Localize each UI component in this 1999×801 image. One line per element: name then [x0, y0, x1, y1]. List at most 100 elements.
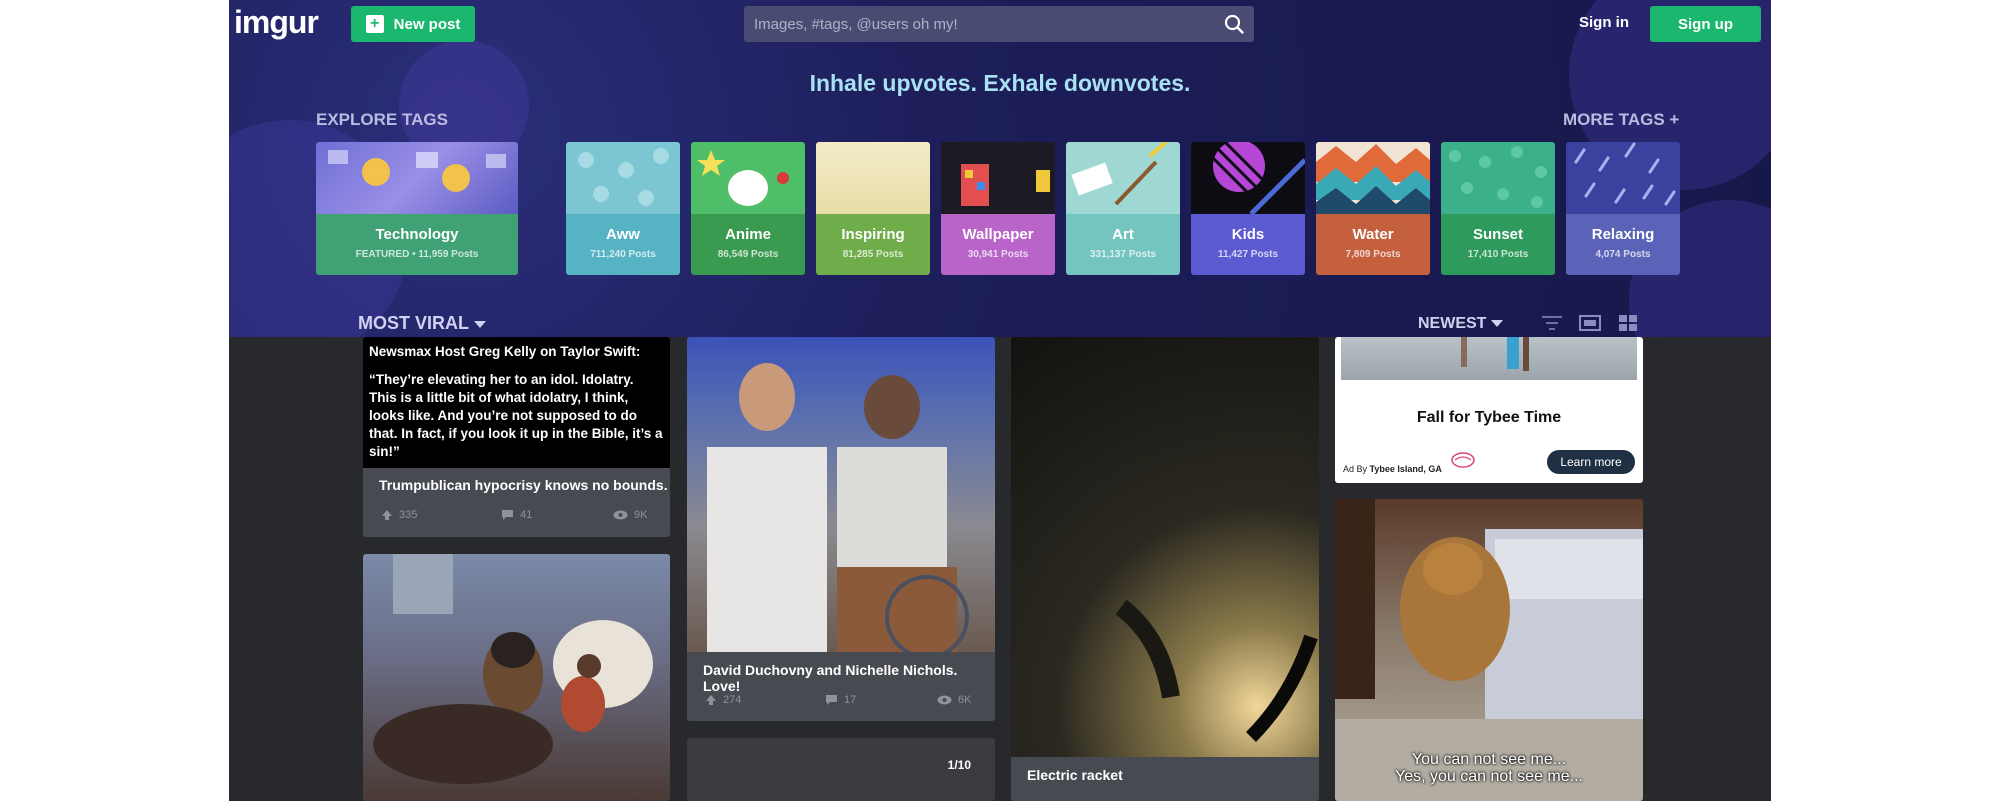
- tag-sunset[interactable]: Sunset 17,410 Posts: [1441, 142, 1555, 275]
- ad-title: Fall for Tybee Time: [1416, 409, 1562, 426]
- tag-art[interactable]: Art 331,137 Posts: [1066, 142, 1180, 275]
- newest-dropdown[interactable]: NEWEST: [1418, 315, 1504, 333]
- filter-icon[interactable]: [1541, 314, 1563, 332]
- tag-image: [1191, 142, 1305, 216]
- tag-info: Art 331,137 Posts: [1066, 214, 1180, 275]
- quote-heading: Newsmax Host Greg Kelly on Taylor Swift:: [369, 344, 641, 359]
- ad-image: [1341, 337, 1637, 380]
- tag-info: Technology FEATURED • 11,959 Posts: [316, 214, 518, 275]
- views: 6K: [937, 694, 971, 706]
- upvote-icon: [706, 695, 716, 705]
- upvote-icon: [382, 510, 392, 520]
- post-title: Trumpublican hypocrisy knows no bounds.: [379, 477, 668, 493]
- post-card-quote[interactable]: Newsmax Host Greg Kelly on Taylor Swift:…: [363, 337, 670, 537]
- eye-icon: [937, 695, 952, 705]
- tag-info: Sunset 17,410 Posts: [1441, 214, 1555, 275]
- post-card-duchovny[interactable]: David Duchovny and Nichelle Nichols. Lov…: [687, 337, 995, 721]
- new-post-label: New post: [393, 15, 461, 33]
- tag-image: [1316, 142, 1430, 214]
- post-title: David Duchovny and Nichelle Nichols. Lov…: [703, 662, 958, 694]
- post-stats: 274 17 6K: [705, 694, 971, 706]
- tag-image: [816, 142, 930, 214]
- tag-kids[interactable]: Kids 11,427 Posts: [1191, 142, 1305, 275]
- tag-count: 30,941 Posts: [967, 249, 1029, 260]
- tag-info: Water 7,809 Posts: [1316, 214, 1430, 275]
- sign-in-link[interactable]: Sign in: [1579, 14, 1629, 31]
- ad-card[interactable]: Fall for Tybee Time Ad By Tybee Island, …: [1335, 337, 1643, 483]
- quote-text: Newsmax Host Greg Kelly on Taylor Swift:…: [369, 343, 664, 461]
- comments: 17: [825, 694, 937, 706]
- post-card-dog-bed[interactable]: You can not see me... Yes, you can not s…: [1335, 499, 1643, 801]
- tag-name: Anime: [725, 226, 771, 243]
- tag-count: 331,137 Posts: [1089, 249, 1157, 260]
- tag-count: FEATURED • 11,959 Posts: [355, 249, 479, 260]
- tag-name: Kids: [1231, 226, 1265, 243]
- comment-icon: [826, 695, 837, 705]
- post-stats: 335 41 9K: [381, 509, 647, 521]
- grid-view-icon[interactable]: [1617, 314, 1639, 332]
- imgur-page: imgur + New post Sign in Sign up Inhale …: [229, 0, 1771, 801]
- tag-info: Anime 86,549 Posts: [691, 214, 805, 275]
- chevron-down-icon: [1491, 320, 1504, 328]
- tag-name: Relaxing: [1591, 226, 1655, 243]
- eye-icon: [613, 510, 628, 520]
- post-card-gallery[interactable]: 1/10: [687, 738, 995, 801]
- new-post-button[interactable]: + New post: [351, 6, 475, 42]
- post-card-dog[interactable]: [363, 554, 670, 801]
- image-counter: 1/10: [947, 758, 971, 772]
- tag-image: [1566, 142, 1680, 214]
- comments: 41: [501, 509, 613, 521]
- more-tags-link[interactable]: MORE TAGS +: [1563, 110, 1679, 130]
- tag-inspiring[interactable]: Inspiring 81,285 Posts: [816, 142, 930, 275]
- imgur-logo[interactable]: imgur: [234, 4, 319, 41]
- post-card-electric-racket[interactable]: Electric racket: [1011, 337, 1319, 801]
- views: 9K: [613, 509, 647, 521]
- tag-name: Inspiring: [841, 226, 905, 243]
- header: imgur + New post Sign in Sign up Inhale …: [229, 0, 1771, 337]
- sign-up-button[interactable]: Sign up: [1650, 6, 1761, 42]
- comment-icon: [502, 510, 513, 520]
- tagline: Inhale upvotes. Exhale downvotes.: [809, 70, 1191, 96]
- tag-image: [1441, 142, 1555, 214]
- tag-count: 17,410 Posts: [1467, 249, 1529, 260]
- plus-icon: +: [365, 15, 384, 33]
- tag-name: Water: [1352, 226, 1394, 243]
- search-input[interactable]: [744, 6, 1204, 42]
- tag-aww[interactable]: Aww 711,240 Posts: [566, 142, 680, 275]
- tybee-logo: [1451, 452, 1475, 468]
- tag-info: Kids 11,427 Posts: [1191, 214, 1305, 275]
- tag-info: Inspiring 81,285 Posts: [816, 214, 930, 275]
- search-bar: [744, 6, 1254, 42]
- tag-name: Aww: [606, 226, 640, 243]
- tag-info: Wallpaper 30,941 Posts: [941, 214, 1055, 275]
- search-icon[interactable]: [1224, 14, 1244, 34]
- tag-image: [1066, 142, 1180, 214]
- post-image: Newsmax Host Greg Kelly on Taylor Swift:…: [363, 337, 670, 468]
- explore-tags-title: EXPLORE TAGS: [316, 110, 448, 129]
- video-caption: You can not see me... Yes, you can not s…: [1395, 751, 1583, 785]
- tag-count: 7,809 Posts: [1345, 249, 1401, 260]
- tag-wallpaper[interactable]: Wallpaper 30,941 Posts: [941, 142, 1055, 275]
- quote-body: “They’re elevating her to an idol. Idola…: [369, 372, 663, 459]
- tag-technology[interactable]: Technology FEATURED • 11,959 Posts: [316, 142, 518, 275]
- tag-name: Wallpaper: [962, 226, 1034, 243]
- ad-source: Ad By Tybee Island, GA: [1343, 464, 1442, 474]
- tag-count: 711,240 Posts: [590, 249, 656, 260]
- tag-name: Art: [1112, 226, 1134, 243]
- tag-count: 11,427 Posts: [1217, 249, 1279, 260]
- most-viral-dropdown[interactable]: MOST VIRAL: [358, 313, 486, 334]
- most-viral-label: MOST VIRAL: [358, 313, 469, 333]
- post-image: [363, 554, 670, 801]
- upvotes: 335: [381, 509, 501, 521]
- tag-relaxing[interactable]: Relaxing 4,074 Posts: [1566, 142, 1680, 275]
- tag-image: [691, 142, 805, 214]
- tag-count: 86,549 Posts: [717, 249, 779, 260]
- tag-image: [941, 142, 1055, 214]
- tag-water[interactable]: Water 7,809 Posts: [1316, 142, 1430, 275]
- tag-info: Relaxing 4,074 Posts: [1566, 214, 1680, 275]
- tag-count: 81,285 Posts: [842, 249, 904, 260]
- learn-more-button[interactable]: Learn more: [1547, 450, 1635, 474]
- tag-anime[interactable]: Anime 86,549 Posts: [691, 142, 805, 275]
- uniform-view-icon[interactable]: [1579, 314, 1601, 332]
- newest-label: NEWEST: [1418, 315, 1487, 332]
